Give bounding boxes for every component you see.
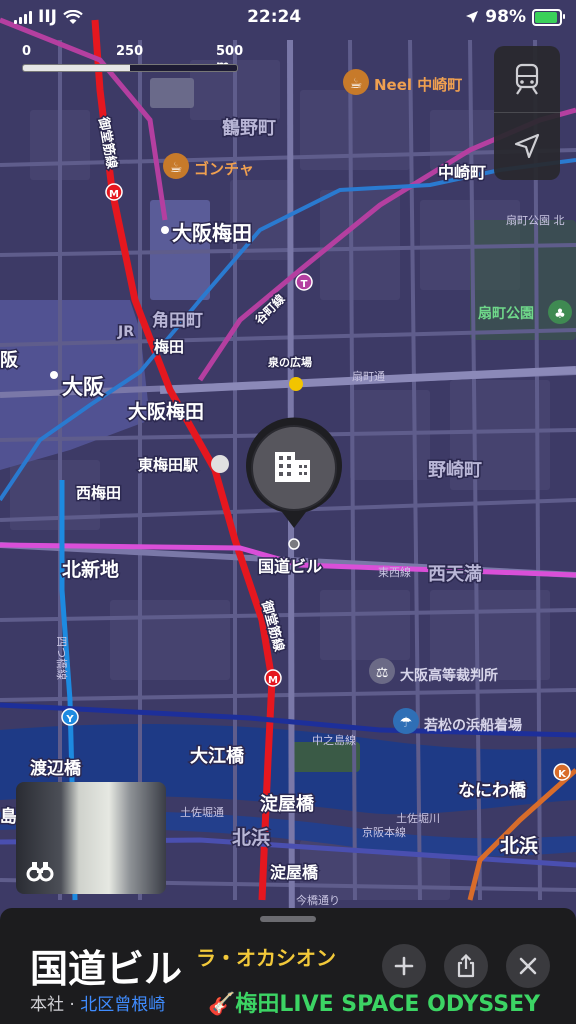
- izumi-hiroba-pin[interactable]: [289, 377, 303, 391]
- location-arrow-icon: [514, 133, 540, 159]
- place-title: 国道ビル: [30, 947, 183, 991]
- station-dot[interactable]: [161, 226, 169, 234]
- meta-separator: ·: [64, 995, 81, 1015]
- label-imabashi: 今橋通り: [296, 893, 340, 907]
- share-button[interactable]: [444, 944, 488, 988]
- umbrella-icon: ☂: [400, 715, 413, 731]
- label-ogimachi-park-n: 扇町公園 北: [506, 213, 565, 227]
- label-kita-shinchi: 北新地: [62, 558, 119, 581]
- label-izumi-hiroba: 泉の広場: [267, 355, 312, 369]
- label-kitahama: 北浜: [232, 827, 270, 849]
- station-dot[interactable]: [50, 371, 58, 379]
- place-meta: 本社 · 北区曾根崎 🎸梅田LIVE SPACE ODYSSEY: [30, 990, 540, 1017]
- label-osaka-umeda-2: 大阪梅田: [128, 400, 204, 423]
- label-oebashi: 大江橋: [190, 745, 245, 767]
- label-naniwabashi: なにわ橋: [458, 780, 527, 801]
- poi-park-tree[interactable]: ♣: [548, 300, 572, 324]
- label-umeda: 梅田: [154, 338, 184, 356]
- badge-yotsubashi[interactable]: Y: [61, 708, 79, 726]
- battery-icon: [532, 8, 565, 26]
- cellular-signal-icon: [14, 10, 32, 24]
- scale-tick-0: 0: [22, 44, 32, 59]
- label-ogimachi-dori: 扇町通: [352, 369, 385, 383]
- label-nishi-temma: 西天満: [428, 563, 482, 585]
- label-tsurunocho: 鶴野町: [222, 117, 276, 139]
- plus-icon: [394, 956, 414, 976]
- label-osaka-umeda: 大阪梅田: [172, 221, 252, 245]
- label-higashi-umeda: 東梅田駅: [138, 456, 199, 474]
- label-keihan: 京阪本線: [362, 825, 406, 839]
- label-edge-shima: 島: [0, 806, 17, 827]
- place-area-link[interactable]: 北区曾根崎: [80, 995, 165, 1015]
- wifi-icon: [63, 9, 83, 24]
- scale-bar: [22, 64, 238, 72]
- station-dot[interactable]: [211, 455, 229, 473]
- map-controls: [494, 46, 560, 180]
- badge-sakaisuji-letter: K: [558, 769, 567, 780]
- poi-neel-label: Neel 中崎町: [374, 76, 462, 94]
- poi-gongcha-label: ゴンチャ: [194, 160, 254, 178]
- close-button[interactable]: [506, 944, 550, 988]
- badge-tanimachi-letter: T: [301, 279, 308, 290]
- carrier-name: IIJ: [38, 7, 57, 27]
- badge-yotsubashi-letter: Y: [65, 714, 74, 725]
- badge-sakaisuji[interactable]: K: [553, 763, 571, 781]
- label-watanabebashi: 渡辺橋: [30, 758, 82, 779]
- label-nakazakicho: 中崎町: [438, 163, 486, 182]
- scales-icon: ⚖: [376, 665, 389, 681]
- label-jr: JR: [117, 324, 134, 340]
- status-bar: IIJ 22:24 98%: [0, 0, 576, 34]
- label-edge-ka: 阪: [0, 349, 19, 371]
- location-services-icon: [466, 11, 479, 23]
- sheet-grabber[interactable]: [260, 916, 316, 922]
- battery-percent: 98%: [485, 7, 526, 27]
- label-kokudo-building: 国道ビル: [258, 557, 322, 576]
- label-osaka: 大阪: [62, 375, 105, 399]
- share-icon: [457, 954, 475, 978]
- badge-tanimachi[interactable]: T: [295, 273, 313, 291]
- label-nishi-umeda: 西梅田: [76, 484, 121, 502]
- map-scale: 0 250 500 m: [22, 44, 243, 74]
- poi-pier-label: 若松の浜船着場: [423, 717, 522, 734]
- scale-tick-250: 250: [116, 44, 144, 59]
- place-category: 本社: [30, 995, 64, 1015]
- poi-court-label: 大阪高等裁判所: [400, 667, 498, 684]
- label-kitahama-2: 北浜: [500, 835, 538, 857]
- label-kakudacho: 角田町: [152, 310, 203, 331]
- badge-midosuji-letter: M: [109, 189, 119, 200]
- tree-icon: ♣: [554, 307, 566, 322]
- label-yodoyabashi: 淀屋橋: [260, 793, 315, 815]
- label-yodoyabashi-2: 淀屋橋: [270, 863, 319, 882]
- cup-icon: ☕: [350, 76, 363, 92]
- label-nakanoshima: 中之島線: [312, 733, 356, 747]
- badge-midosuji-2[interactable]: M: [264, 669, 282, 687]
- binoculars-icon: [26, 862, 54, 882]
- clock: 22:24: [247, 7, 302, 27]
- place-tagline: ラ・オカシオン: [196, 946, 336, 970]
- transit-mode-button[interactable]: [494, 46, 560, 112]
- badge-midosuji-letter-2: M: [268, 675, 278, 686]
- look-around-thumbnail[interactable]: [16, 782, 166, 894]
- label-tosabori-dori: 土佐堀通: [180, 805, 224, 819]
- train-icon: [515, 63, 539, 95]
- close-icon: [519, 957, 537, 975]
- nearby-venue[interactable]: 🎸梅田LIVE SPACE ODYSSEY: [208, 986, 540, 1018]
- label-nozakicho: 野崎町: [428, 459, 482, 481]
- label-tozai: 東西線: [378, 565, 411, 579]
- label-ogimachi-park: 扇町公園: [478, 305, 534, 322]
- add-button[interactable]: [382, 944, 426, 988]
- cup-icon: ☕: [170, 160, 183, 176]
- current-location-button[interactable]: [494, 113, 560, 179]
- place-card: 国道ビル ラ・オカシオン 本社 · 北区曾根崎 🎸梅田LIVE SPACE OD…: [0, 908, 576, 1024]
- label-tosabori-gawa: 土佐堀川: [396, 811, 440, 825]
- badge-midosuji[interactable]: M: [105, 183, 123, 201]
- label-yotsubashi: 四つ橋線: [55, 636, 69, 680]
